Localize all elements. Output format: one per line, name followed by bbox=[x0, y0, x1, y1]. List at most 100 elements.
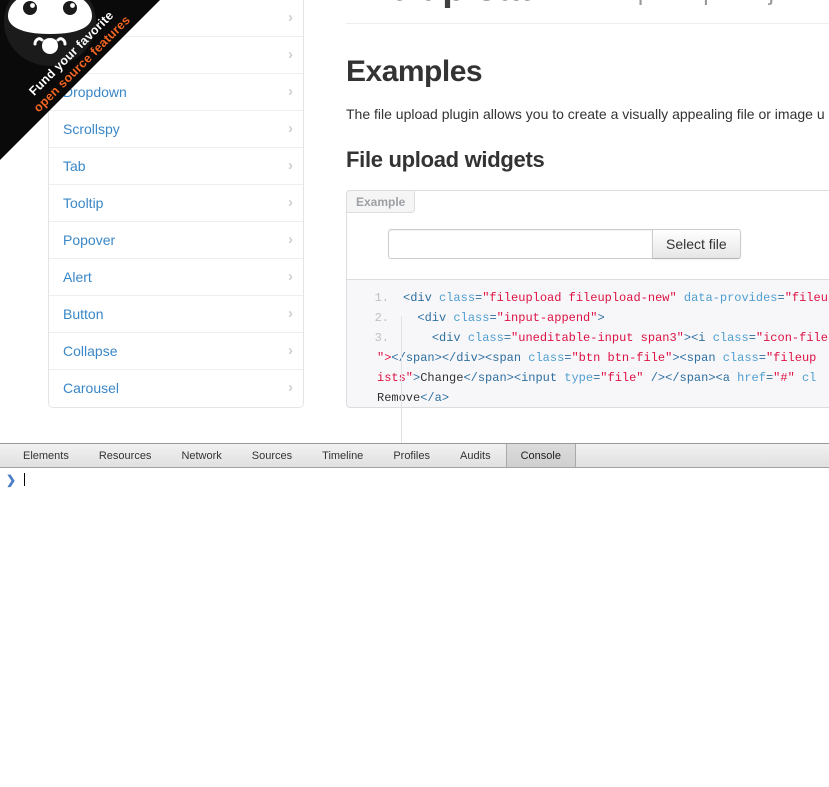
code-token: a bbox=[722, 371, 730, 385]
chevron-right-icon: › bbox=[288, 379, 293, 396]
code-token: class bbox=[722, 351, 759, 365]
devtools-tab-profiles[interactable]: Profiles bbox=[378, 444, 445, 467]
devtools-tab-console[interactable]: Console bbox=[505, 444, 576, 467]
code-token: cl bbox=[801, 371, 817, 385]
code-token: href bbox=[737, 371, 766, 385]
code-token: < bbox=[431, 331, 440, 345]
sidebar-item-label: Carousel bbox=[63, 380, 120, 396]
devtools-tab-label: Console bbox=[520, 449, 561, 462]
code-token: "icon-file f bbox=[755, 331, 828, 345]
code-token: span bbox=[686, 351, 716, 365]
chevron-right-icon: › bbox=[288, 268, 293, 285]
devtools-tab-bar: Elements Resources Network Sources Timeline P… bbox=[0, 444, 829, 468]
code-token: >< bbox=[683, 331, 699, 345]
devtools-tab-elements[interactable]: Elements bbox=[8, 444, 84, 467]
code-token: div bbox=[439, 331, 461, 345]
sidebar-item-label: Tab bbox=[63, 158, 86, 174]
code-token: = bbox=[489, 311, 497, 325]
code-line: <div class="input-append"> bbox=[347, 308, 829, 328]
code-token: >< bbox=[477, 351, 493, 365]
code-token: ></ bbox=[434, 351, 457, 365]
chevron-right-icon: › bbox=[288, 305, 293, 322]
devtools-tab-label: Sources bbox=[251, 449, 293, 462]
code-token: input bbox=[521, 371, 558, 385]
browser-viewport: ›Transitions›Modal›Dropdown›Scrollspy›Ta… bbox=[0, 0, 829, 443]
code-token: class bbox=[528, 351, 565, 365]
code-line: <div class="fileupload fileupload-new" d… bbox=[347, 288, 829, 308]
console-output-area[interactable]: ❯ bbox=[0, 468, 829, 787]
code-block: <div class="fileupload fileupload-new" d… bbox=[346, 280, 829, 408]
lead-paragraph: The file upload plugin allows you to cre… bbox=[346, 106, 825, 122]
code-token: "uneditable-input span3" bbox=[511, 331, 684, 345]
code-token: a bbox=[434, 391, 442, 405]
code-token: < bbox=[417, 311, 425, 325]
devtools-tab-label: Timeline bbox=[322, 449, 364, 462]
chevron-right-icon: › bbox=[288, 120, 293, 137]
code-token: div bbox=[456, 351, 478, 365]
devtools-tab-timeline[interactable]: Timeline bbox=[307, 444, 378, 467]
code-token: > bbox=[441, 391, 450, 405]
code-token: "fileupload fileupload-new" bbox=[482, 291, 677, 305]
code-token: /></ bbox=[650, 371, 680, 385]
code-token: >< bbox=[506, 371, 522, 385]
code-token: = bbox=[503, 331, 512, 345]
sidebar-item-label: Button bbox=[63, 306, 104, 322]
file-name-input[interactable] bbox=[388, 229, 653, 259]
sidebar-item-collapse[interactable]: Collapse › bbox=[49, 333, 303, 370]
code-token: ists" bbox=[377, 371, 414, 385]
code-token: >< bbox=[708, 371, 723, 385]
sidebar-item-tooltip[interactable]: Tooltip › bbox=[49, 185, 303, 222]
devtools-tab-network[interactable]: Network bbox=[166, 444, 236, 467]
devtools-tab-resources[interactable]: Resources bbox=[84, 444, 167, 467]
code-token: > bbox=[597, 311, 605, 325]
code-token: "file" bbox=[600, 371, 644, 385]
sidebar-item-alert[interactable]: Alert › bbox=[49, 259, 303, 296]
devtools-tab-audits[interactable]: Audits bbox=[445, 444, 506, 467]
devtools-tab-label: Resources bbox=[98, 449, 152, 462]
code-line: Remove</a> bbox=[347, 388, 829, 407]
code-token: "#" bbox=[773, 371, 795, 385]
github-fund-ribbon[interactable]: Fund your favorite open source features bbox=[0, 0, 160, 160]
page-title: File upload bootstrap-fileupload.js bbox=[346, 0, 829, 15]
code-line: ists">Change</span><input type="file" />… bbox=[347, 368, 829, 388]
code-token: Change bbox=[420, 371, 464, 385]
code-token: = bbox=[777, 291, 785, 305]
code-token: "input-append" bbox=[496, 311, 598, 325]
code-token: = bbox=[748, 331, 756, 345]
code-token: </ bbox=[420, 391, 435, 405]
devtools-tab-label: Elements bbox=[23, 449, 69, 462]
console-prompt-row[interactable]: ❯ bbox=[0, 468, 829, 488]
select-file-button[interactable]: Select file bbox=[652, 229, 741, 259]
code-lines: <div class="fileupload fileupload-new" d… bbox=[347, 280, 829, 407]
code-token: = bbox=[758, 351, 766, 365]
code-token: >< bbox=[672, 351, 687, 365]
sidebar-item-button[interactable]: Button › bbox=[49, 296, 303, 333]
devtools-tab-label: Profiles bbox=[393, 449, 430, 462]
code-token: "fileup bbox=[765, 351, 817, 365]
chevron-right-icon: › bbox=[288, 83, 293, 100]
code-token: span bbox=[492, 351, 522, 365]
console-prompt-icon: ❯ bbox=[6, 472, 17, 487]
page-subtitle: bootstrap-fileupload.js bbox=[551, 0, 786, 6]
chevron-right-icon: › bbox=[288, 194, 293, 211]
screenshot-root: ›Transitions›Modal›Dropdown›Scrollspy›Ta… bbox=[0, 0, 829, 787]
sidebar-item-popover[interactable]: Popover › bbox=[49, 222, 303, 259]
devtools-tab-label: Network bbox=[181, 449, 222, 462]
sidebar-item-carousel[interactable]: Carousel › bbox=[49, 370, 303, 407]
code-line: <div class="uneditable-input span3"><i c… bbox=[347, 328, 829, 348]
code-token: Remove bbox=[377, 391, 421, 405]
devtools-tab-sources[interactable]: Sources bbox=[237, 444, 307, 467]
console-text-caret bbox=[24, 473, 26, 486]
code-token: "btn btn-file" bbox=[571, 351, 673, 365]
file-upload-widgets-heading: File upload widgets bbox=[346, 147, 545, 172]
code-line: "></span></div><span class="btn btn-file… bbox=[347, 348, 829, 368]
chevron-right-icon: › bbox=[288, 9, 293, 26]
